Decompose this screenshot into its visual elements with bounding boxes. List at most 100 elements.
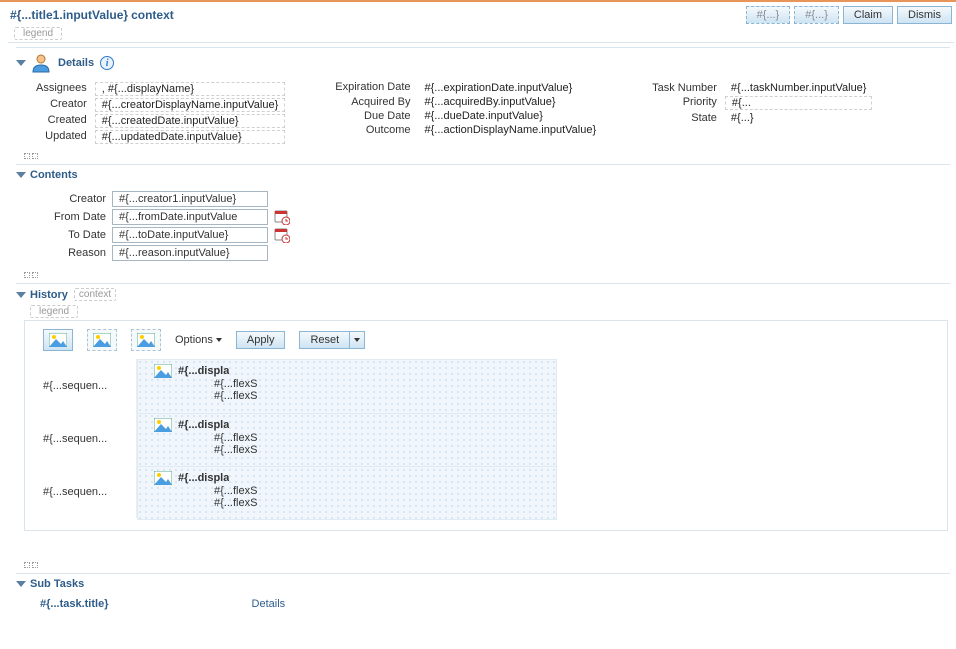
details-header[interactable]: Details i <box>16 48 950 80</box>
expiration-label: Expiration Date <box>335 82 410 94</box>
flex-line-2: #{...flexS <box>154 390 324 402</box>
view-image-button-2[interactable] <box>87 329 117 351</box>
options-label: Options <box>175 334 213 346</box>
date-picker-icon[interactable] <box>274 209 290 225</box>
creator-input[interactable] <box>112 191 268 207</box>
display-row: #{...displa #{...flexS #{...flexS <box>138 360 556 413</box>
acquiredby-label: Acquired By <box>335 96 410 108</box>
chevron-down-icon <box>216 338 222 342</box>
legend-tab: legend <box>14 27 62 40</box>
creator-label: Creator <box>36 98 87 112</box>
display-title: #{...displa <box>178 419 229 431</box>
header-bar: #{...title1.inputValue} context #{...} #… <box>0 2 956 25</box>
creator-field-label: Creator <box>36 193 106 205</box>
sequence-column: #{...sequen... #{...sequen... #{...seque… <box>37 359 137 520</box>
acquiredby-value: #{...acquiredBy.inputValue} <box>419 96 603 108</box>
ghost-button-2[interactable]: #{...} <box>794 6 839 24</box>
state-value: #{...} <box>725 112 873 124</box>
history-title: History <box>30 289 68 301</box>
flex-line-2: #{...flexS <box>154 497 324 509</box>
history-body: #{...sequen... #{...sequen... #{...seque… <box>25 359 947 530</box>
contents-title: Contents <box>30 169 78 181</box>
reason-field-label: Reason <box>36 247 106 259</box>
separator-3 <box>24 561 950 569</box>
fromdate-input[interactable] <box>112 209 268 225</box>
duedate-value: #{...dueDate.inputValue} <box>419 110 603 122</box>
contents-panel: Contents Creator From Date To Date Reaso… <box>16 164 950 269</box>
task-title[interactable]: #{...task.title} <box>40 598 108 610</box>
reset-button[interactable]: Reset <box>299 331 349 349</box>
flex-line-2: #{...flexS <box>154 444 324 456</box>
expiration-value: #{...expirationDate.inputValue} <box>419 82 603 94</box>
sequence-cell: #{...sequen... <box>37 359 137 412</box>
separator-2 <box>24 271 950 279</box>
claim-button[interactable]: Claim <box>843 6 893 24</box>
details-title: Details <box>58 57 94 69</box>
assignees-value: , #{...displayName} <box>95 82 286 96</box>
picture-icon <box>154 418 172 432</box>
subtasks-title: Sub Tasks <box>30 578 84 590</box>
date-picker-icon[interactable] <box>274 227 290 243</box>
reason-input[interactable] <box>112 245 268 261</box>
sequence-cell: #{...sequen... <box>37 412 137 465</box>
collapse-icon[interactable] <box>16 581 26 587</box>
contents-header[interactable]: Contents <box>16 165 950 187</box>
display-title: #{...displa <box>178 365 229 377</box>
flex-line-1: #{...flexS <box>154 485 324 497</box>
display-column: #{...displa #{...flexS #{...flexS #{...d… <box>137 359 557 520</box>
assignees-label: Assignees <box>36 82 87 96</box>
contents-body: Creator From Date To Date Reason <box>16 187 950 269</box>
history-header[interactable]: History context <box>16 284 950 303</box>
collapse-icon[interactable] <box>16 172 26 178</box>
chevron-down-icon <box>354 338 360 342</box>
flex-line-1: #{...flexS <box>154 432 324 444</box>
picture-icon <box>154 364 172 378</box>
dismiss-button[interactable]: Dismis <box>897 6 952 24</box>
subtask-row: #{...task.title} Details <box>16 596 950 610</box>
updated-value: #{...updatedDate.inputValue} <box>95 130 286 144</box>
page-title: #{...title1.inputValue} <box>10 8 128 22</box>
reset-split-button[interactable]: Reset <box>299 331 365 349</box>
apply-button[interactable]: Apply <box>236 331 286 349</box>
created-label: Created <box>36 114 87 128</box>
sequence-cell: #{...sequen... <box>37 465 137 518</box>
view-image-button-1[interactable] <box>43 329 73 351</box>
reset-dropdown[interactable] <box>349 331 365 349</box>
picture-icon <box>93 333 111 347</box>
user-icon <box>30 52 52 74</box>
picture-icon <box>154 471 172 485</box>
display-row: #{...displa #{...flexS #{...flexS <box>138 466 556 519</box>
context-tag: context <box>131 8 174 22</box>
flex-line-1: #{...flexS <box>154 378 324 390</box>
picture-icon <box>137 333 155 347</box>
updated-label: Updated <box>36 130 87 144</box>
header-buttons: #{...} #{...} Claim Dismis <box>746 6 952 24</box>
todate-field-label: To Date <box>36 229 106 241</box>
display-title: #{...displa <box>178 472 229 484</box>
collapse-icon[interactable] <box>16 292 26 298</box>
history-legend-tab: legend <box>30 305 78 318</box>
priority-value: #{... <box>725 96 873 110</box>
history-panel: History context legend Options Apply Res… <box>16 283 950 531</box>
options-menu[interactable]: Options <box>175 334 222 346</box>
tasknumber-value: #{...taskNumber.inputValue} <box>725 82 873 94</box>
details-link[interactable]: Details <box>252 598 286 610</box>
outcome-value: #{...actionDisplayName.inputValue} <box>419 124 603 136</box>
subtasks-header[interactable]: Sub Tasks <box>16 574 950 596</box>
outcome-label: Outcome <box>335 124 410 136</box>
view-image-button-3[interactable] <box>131 329 161 351</box>
info-icon[interactable]: i <box>100 56 114 70</box>
fromdate-field-label: From Date <box>36 211 106 223</box>
duedate-label: Due Date <box>335 110 410 122</box>
todate-input[interactable] <box>112 227 268 243</box>
creator-value: #{...creatorDisplayName.inputValue} <box>95 98 286 112</box>
priority-label: Priority <box>652 96 717 110</box>
context-tag: context <box>74 288 116 301</box>
tasknumber-label: Task Number <box>652 82 717 94</box>
details-grid: Assignees , #{...displayName} Creator #{… <box>16 80 950 150</box>
subtasks-panel: Sub Tasks #{...task.title} Details <box>16 573 950 610</box>
state-label: State <box>652 112 717 124</box>
collapse-icon[interactable] <box>16 60 26 66</box>
picture-icon <box>49 333 67 347</box>
ghost-button-1[interactable]: #{...} <box>746 6 791 24</box>
